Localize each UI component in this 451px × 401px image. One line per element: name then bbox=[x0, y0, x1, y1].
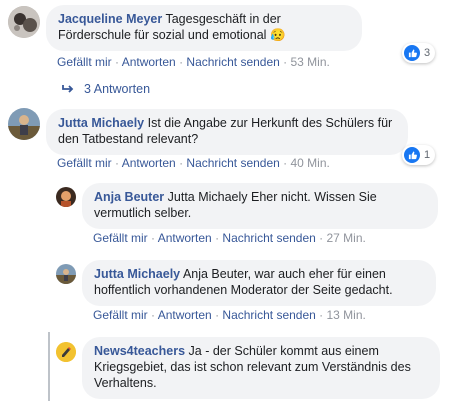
reply-link[interactable]: Antworten bbox=[158, 231, 212, 245]
comment-author[interactable]: Jutta Michaely bbox=[94, 267, 180, 281]
reply-link[interactable]: Antworten bbox=[122, 55, 176, 69]
comment-author[interactable]: Anja Beuter bbox=[94, 190, 164, 204]
like-link[interactable]: Gefällt mir bbox=[93, 231, 148, 245]
avatar[interactable] bbox=[56, 264, 76, 284]
reply-arrow-icon bbox=[62, 85, 74, 93]
comment-author[interactable]: News4teachers bbox=[94, 344, 185, 358]
send-message-link[interactable]: Nachricht senden bbox=[186, 55, 279, 69]
timestamp[interactable]: 27 Min. bbox=[327, 231, 366, 245]
avatar[interactable] bbox=[56, 342, 76, 362]
send-message-link[interactable]: Nachricht senden bbox=[222, 231, 315, 245]
replies-count-label: 3 Antworten bbox=[84, 82, 151, 96]
send-message-link[interactable]: Nachricht senden bbox=[222, 308, 315, 322]
avatar[interactable] bbox=[8, 6, 40, 38]
sad-emoji-icon: 😥 bbox=[269, 28, 286, 42]
like-link[interactable]: Gefällt mir bbox=[57, 156, 112, 170]
timestamp[interactable]: 40 Min. bbox=[291, 156, 330, 170]
reply-link[interactable]: Antworten bbox=[122, 156, 176, 170]
comment-actions: Gefällt mir · Antworten · Nachricht send… bbox=[93, 231, 366, 245]
comment-bubble: Jacqueline Meyer Tagesgeschäft in der Fö… bbox=[46, 5, 362, 51]
like-icon bbox=[404, 147, 420, 163]
like-icon bbox=[404, 45, 420, 61]
timestamp[interactable]: 53 Min. bbox=[291, 55, 330, 69]
reaction-count: 1 bbox=[424, 149, 431, 161]
like-link[interactable]: Gefällt mir bbox=[57, 55, 112, 69]
send-message-link[interactable]: Nachricht senden bbox=[186, 156, 279, 170]
thread-indicator-line bbox=[48, 332, 50, 401]
view-replies-button[interactable]: 3 Antworten bbox=[62, 82, 150, 96]
avatar[interactable] bbox=[8, 108, 40, 140]
avatar[interactable] bbox=[56, 187, 76, 207]
comment-actions: Gefällt mir · Antworten · Nachricht send… bbox=[93, 308, 366, 322]
comment-bubble: Anja Beuter Jutta Michaely Eher nicht. W… bbox=[82, 183, 438, 229]
comment-bubble: Jutta Michaely Ist die Angabe zur Herkun… bbox=[46, 109, 408, 155]
reaction-counter[interactable]: 3 bbox=[402, 43, 436, 63]
timestamp[interactable]: 13 Min. bbox=[327, 308, 366, 322]
like-link[interactable]: Gefällt mir bbox=[93, 308, 148, 322]
comment-actions: Gefällt mir · Antworten · Nachricht send… bbox=[57, 55, 330, 69]
comment-author[interactable]: Jacqueline Meyer bbox=[58, 12, 162, 26]
comment-bubble: News4teachers Ja - der Schüler kommt aus… bbox=[82, 337, 440, 399]
comment-bubble: Jutta Michaely Anja Beuter, war auch ehe… bbox=[82, 260, 436, 306]
reply-link[interactable]: Antworten bbox=[158, 308, 212, 322]
comment-author[interactable]: Jutta Michaely bbox=[58, 116, 144, 130]
reaction-counter[interactable]: 1 bbox=[402, 145, 436, 165]
reaction-count: 3 bbox=[424, 47, 431, 59]
comment-actions: Gefällt mir · Antworten · Nachricht send… bbox=[57, 156, 330, 170]
